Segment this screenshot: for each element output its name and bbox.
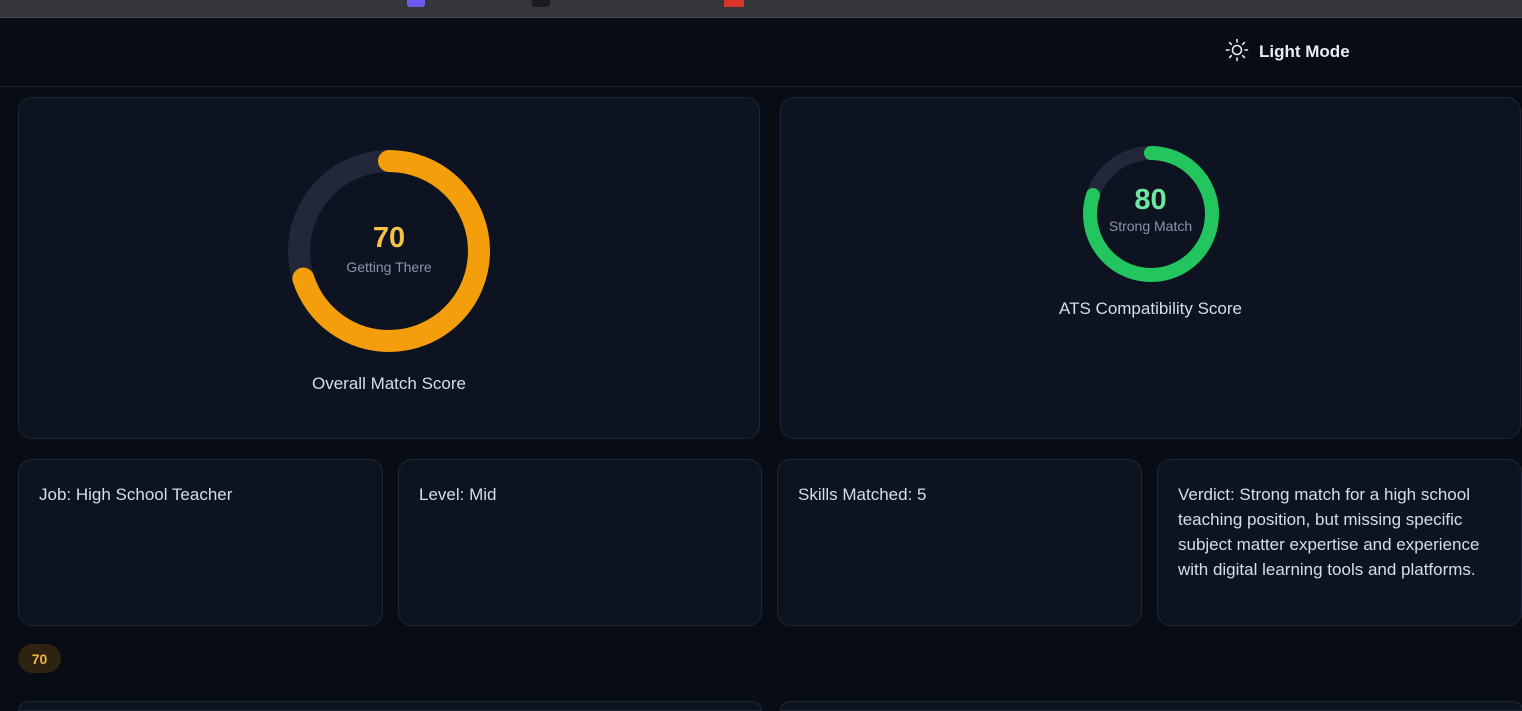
score-badge: 70 (18, 644, 61, 673)
skills-matched-text: Skills Matched: 5 (798, 485, 927, 504)
browser-tab-favicon (407, 0, 425, 7)
level-text: Level: Mid (419, 485, 497, 504)
ats-compatibility-card: 80 Strong Match ATS Compatibility Score (780, 97, 1521, 439)
next-section-card-edge (18, 701, 762, 711)
overall-score-value: 70 (372, 222, 406, 254)
next-section-card-edge (780, 701, 1522, 711)
job-card: Job: High School Teacher (18, 459, 383, 626)
ats-score-status: Strong Match (1108, 218, 1193, 234)
ats-score-caption: ATS Compatibility Score (1059, 299, 1242, 318)
level-card: Level: Mid (398, 459, 762, 626)
job-title-text: Job: High School Teacher (39, 485, 233, 504)
skills-card: Skills Matched: 5 (777, 459, 1142, 626)
overall-score-caption: Overall Match Score (312, 374, 466, 393)
verdict-text: Verdict: Strong match for a high school … (1178, 485, 1480, 579)
verdict-card: Verdict: Strong match for a high school … (1157, 459, 1522, 626)
browser-tab-favicon (724, 0, 744, 7)
ats-score-value: 80 (1134, 184, 1167, 216)
browser-tab-favicon (532, 0, 550, 7)
top-bar: Light Mode (0, 18, 1522, 87)
overall-score-status: Getting There (346, 259, 432, 275)
light-mode-toggle[interactable]: Light Mode (1225, 38, 1350, 67)
sun-icon (1225, 38, 1249, 67)
overall-match-card: 70 Getting There Overall Match Score (18, 97, 760, 439)
browser-tab-strip (0, 0, 1522, 18)
light-mode-label: Light Mode (1259, 42, 1350, 61)
